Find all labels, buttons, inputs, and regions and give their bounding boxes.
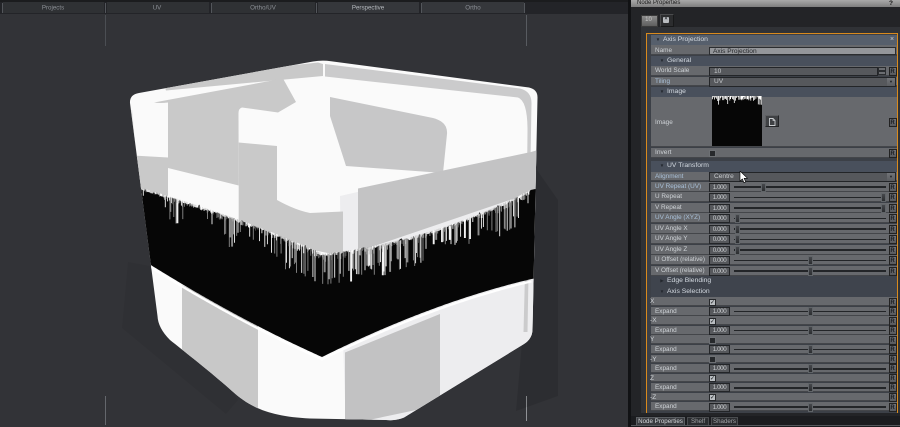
svg-text:UV: UV: [153, 5, 162, 12]
svg-text:Perspective: Perspective: [352, 5, 385, 12]
svg-text:Projects: Projects: [42, 5, 64, 12]
svg-text:Ortho: Ortho: [465, 5, 481, 12]
svg-text:Ortho/UV: Ortho/UV: [250, 5, 277, 12]
